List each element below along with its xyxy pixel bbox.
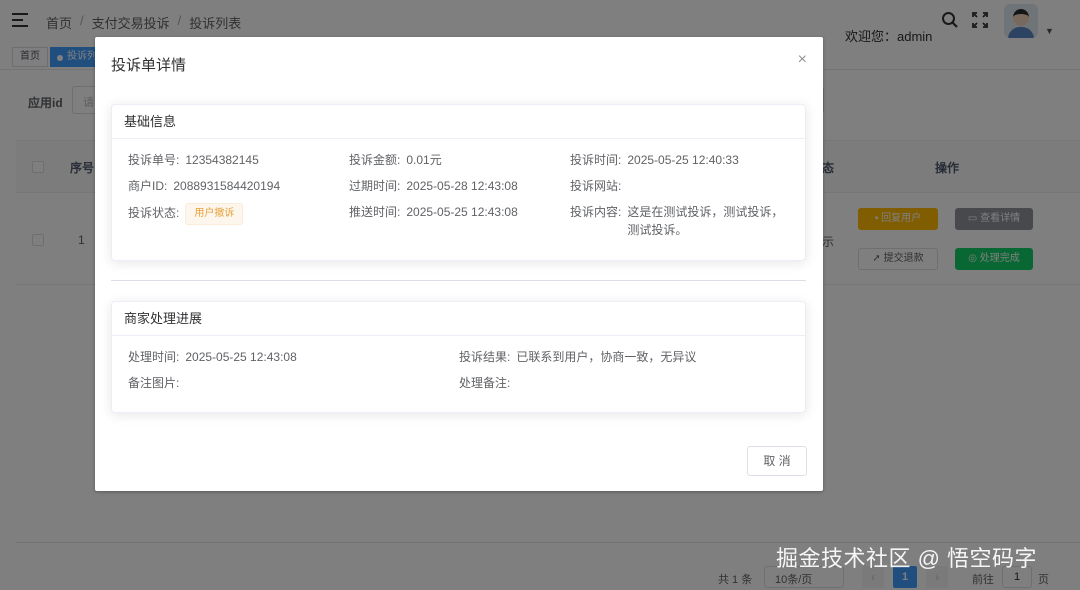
complaint-no-field: 投诉单号: 12354382145 — [128, 151, 259, 169]
complaint-time-field: 投诉时间: 2025-05-25 12:40:33 — [570, 151, 739, 169]
complaint-no-value: 12354382145 — [185, 153, 259, 167]
push-time-value: 2025-05-25 12:43:08 — [406, 205, 518, 219]
amount-label: 投诉金额: — [349, 153, 401, 167]
handle-note-label: 处理备注: — [459, 376, 511, 390]
complaint-time-label: 投诉时间: — [570, 153, 622, 167]
status-badge: 用户撤诉 — [185, 203, 244, 225]
expire-time-field: 过期时间: 2025-05-28 12:43:08 — [349, 177, 518, 195]
complaint-content-value: 这是在测试投诉，测试投诉，测试投诉。 — [627, 205, 784, 237]
expire-time-label: 过期时间: — [349, 179, 401, 193]
handle-time-value: 2025-05-25 12:43:08 — [185, 350, 297, 364]
complaint-status-label: 投诉状态: — [128, 206, 180, 221]
basic-info-title: 基础信息 — [112, 105, 805, 139]
close-icon[interactable]: × — [798, 51, 807, 69]
expire-time-value: 2025-05-28 12:43:08 — [406, 179, 518, 193]
complaint-result-field: 投诉结果: 已联系到用户，协商一致，无异议 — [459, 348, 696, 366]
watermark-text: 掘金技术社区 @ 悟空码字 — [776, 546, 1038, 571]
section-divider — [111, 280, 806, 281]
merchant-id-value: 2088931584420194 — [173, 179, 281, 193]
amount-value: 0.01元 — [406, 153, 442, 167]
handle-time-field: 处理时间: 2025-05-25 12:43:08 — [128, 348, 297, 366]
note-image-field: 备注图片: — [128, 374, 179, 392]
complaint-site-field: 投诉网站: — [570, 177, 627, 195]
complaint-content-label: 投诉内容: — [570, 205, 622, 219]
dialog-title: 投诉单详情 — [111, 57, 187, 74]
complaint-time-value: 2025-05-25 12:40:33 — [627, 153, 739, 167]
handle-time-label: 处理时间: — [128, 350, 180, 364]
merchant-id-field: 商户ID: 2088931584420194 — [128, 177, 280, 195]
complaint-result-label: 投诉结果: — [459, 350, 511, 364]
complaint-result-value: 已联系到用户，协商一致，无异议 — [516, 350, 697, 364]
handle-note-field: 处理备注: — [459, 374, 510, 392]
merchant-progress-title: 商家处理进展 — [112, 302, 805, 336]
basic-info-card: 基础信息 投诉单号: 12354382145 投诉金额: 0.01元 投诉时间: 20… — [111, 104, 806, 261]
complaint-content-field: 投诉内容: 这是在测试投诉，测试投诉，测试投诉。 — [570, 203, 790, 239]
amount-field: 投诉金额: 0.01元 — [349, 151, 442, 169]
complaint-detail-dialog: 投诉单详情 × 基础信息 投诉单号: 12354382145 投诉金额: 0.01元… — [95, 37, 823, 491]
complaint-no-label: 投诉单号: — [128, 153, 180, 167]
complaint-status-field: 投诉状态: 用户撤诉 — [128, 203, 244, 225]
note-image-label: 备注图片: — [128, 376, 180, 390]
complaint-site-label: 投诉网站: — [570, 179, 622, 193]
push-time-field: 推送时间: 2025-05-25 12:43:08 — [349, 203, 518, 221]
merchant-progress-card: 商家处理进展 处理时间: 2025-05-25 12:43:08 投诉结果: 已联系… — [111, 301, 806, 413]
cancel-button[interactable]: 取 消 — [747, 446, 807, 476]
merchant-id-label: 商户ID: — [128, 179, 168, 193]
push-time-label: 推送时间: — [349, 205, 401, 219]
